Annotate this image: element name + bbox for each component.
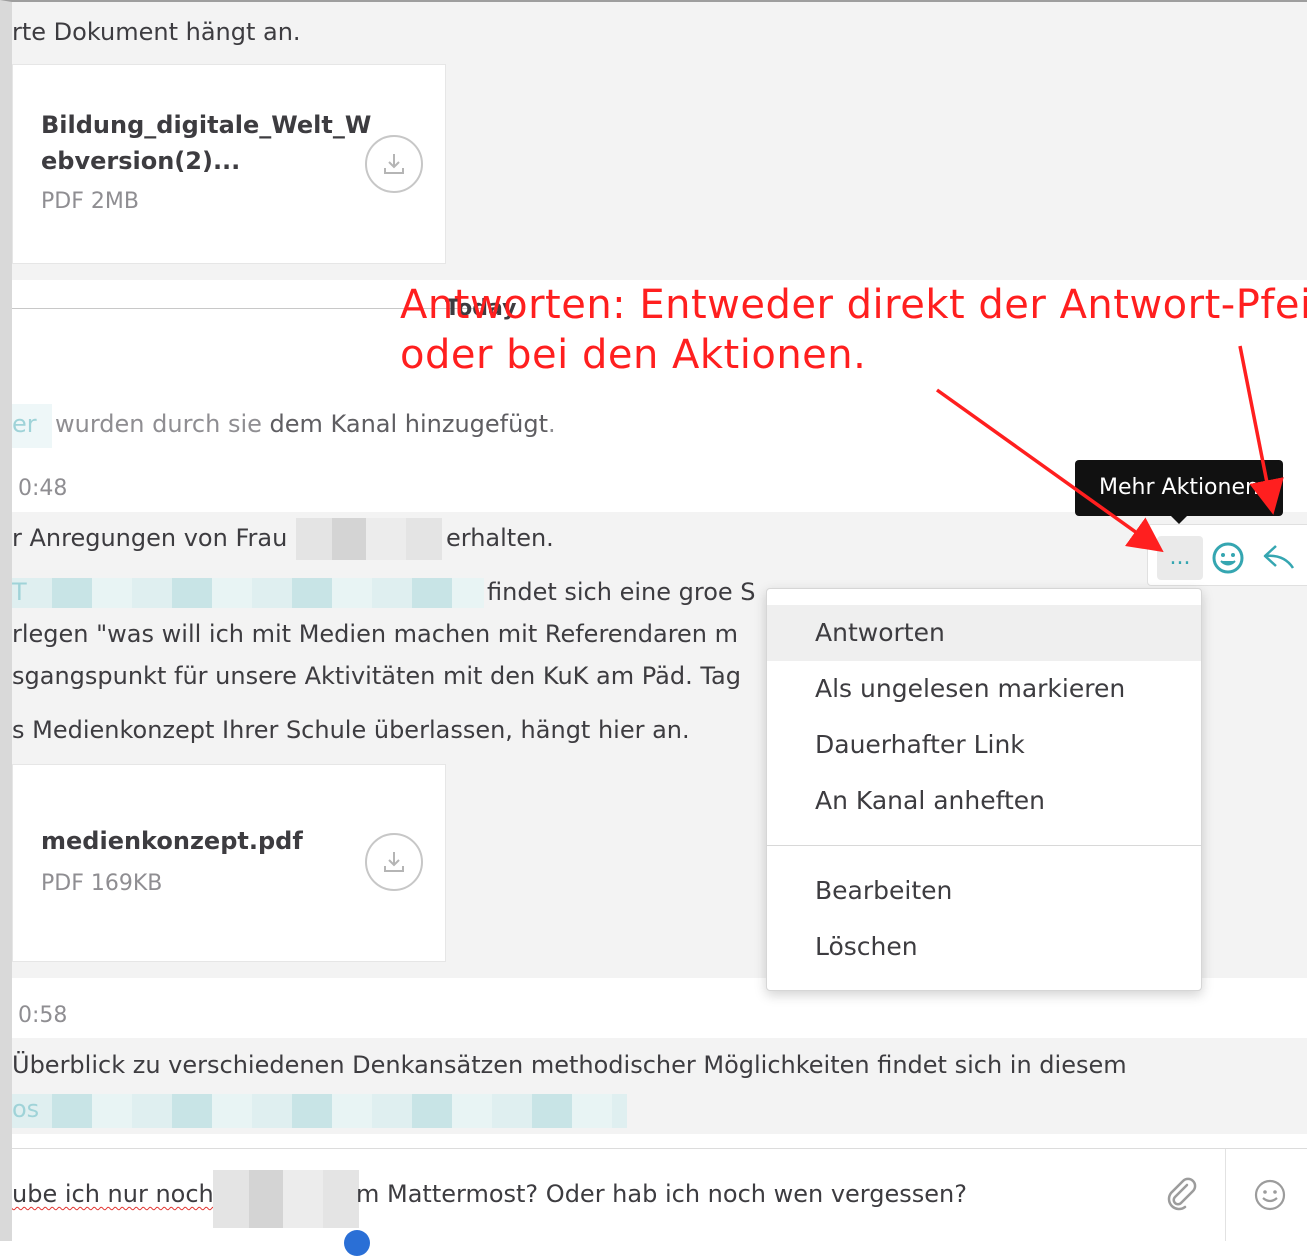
annotation-arrows [935, 345, 1284, 553]
